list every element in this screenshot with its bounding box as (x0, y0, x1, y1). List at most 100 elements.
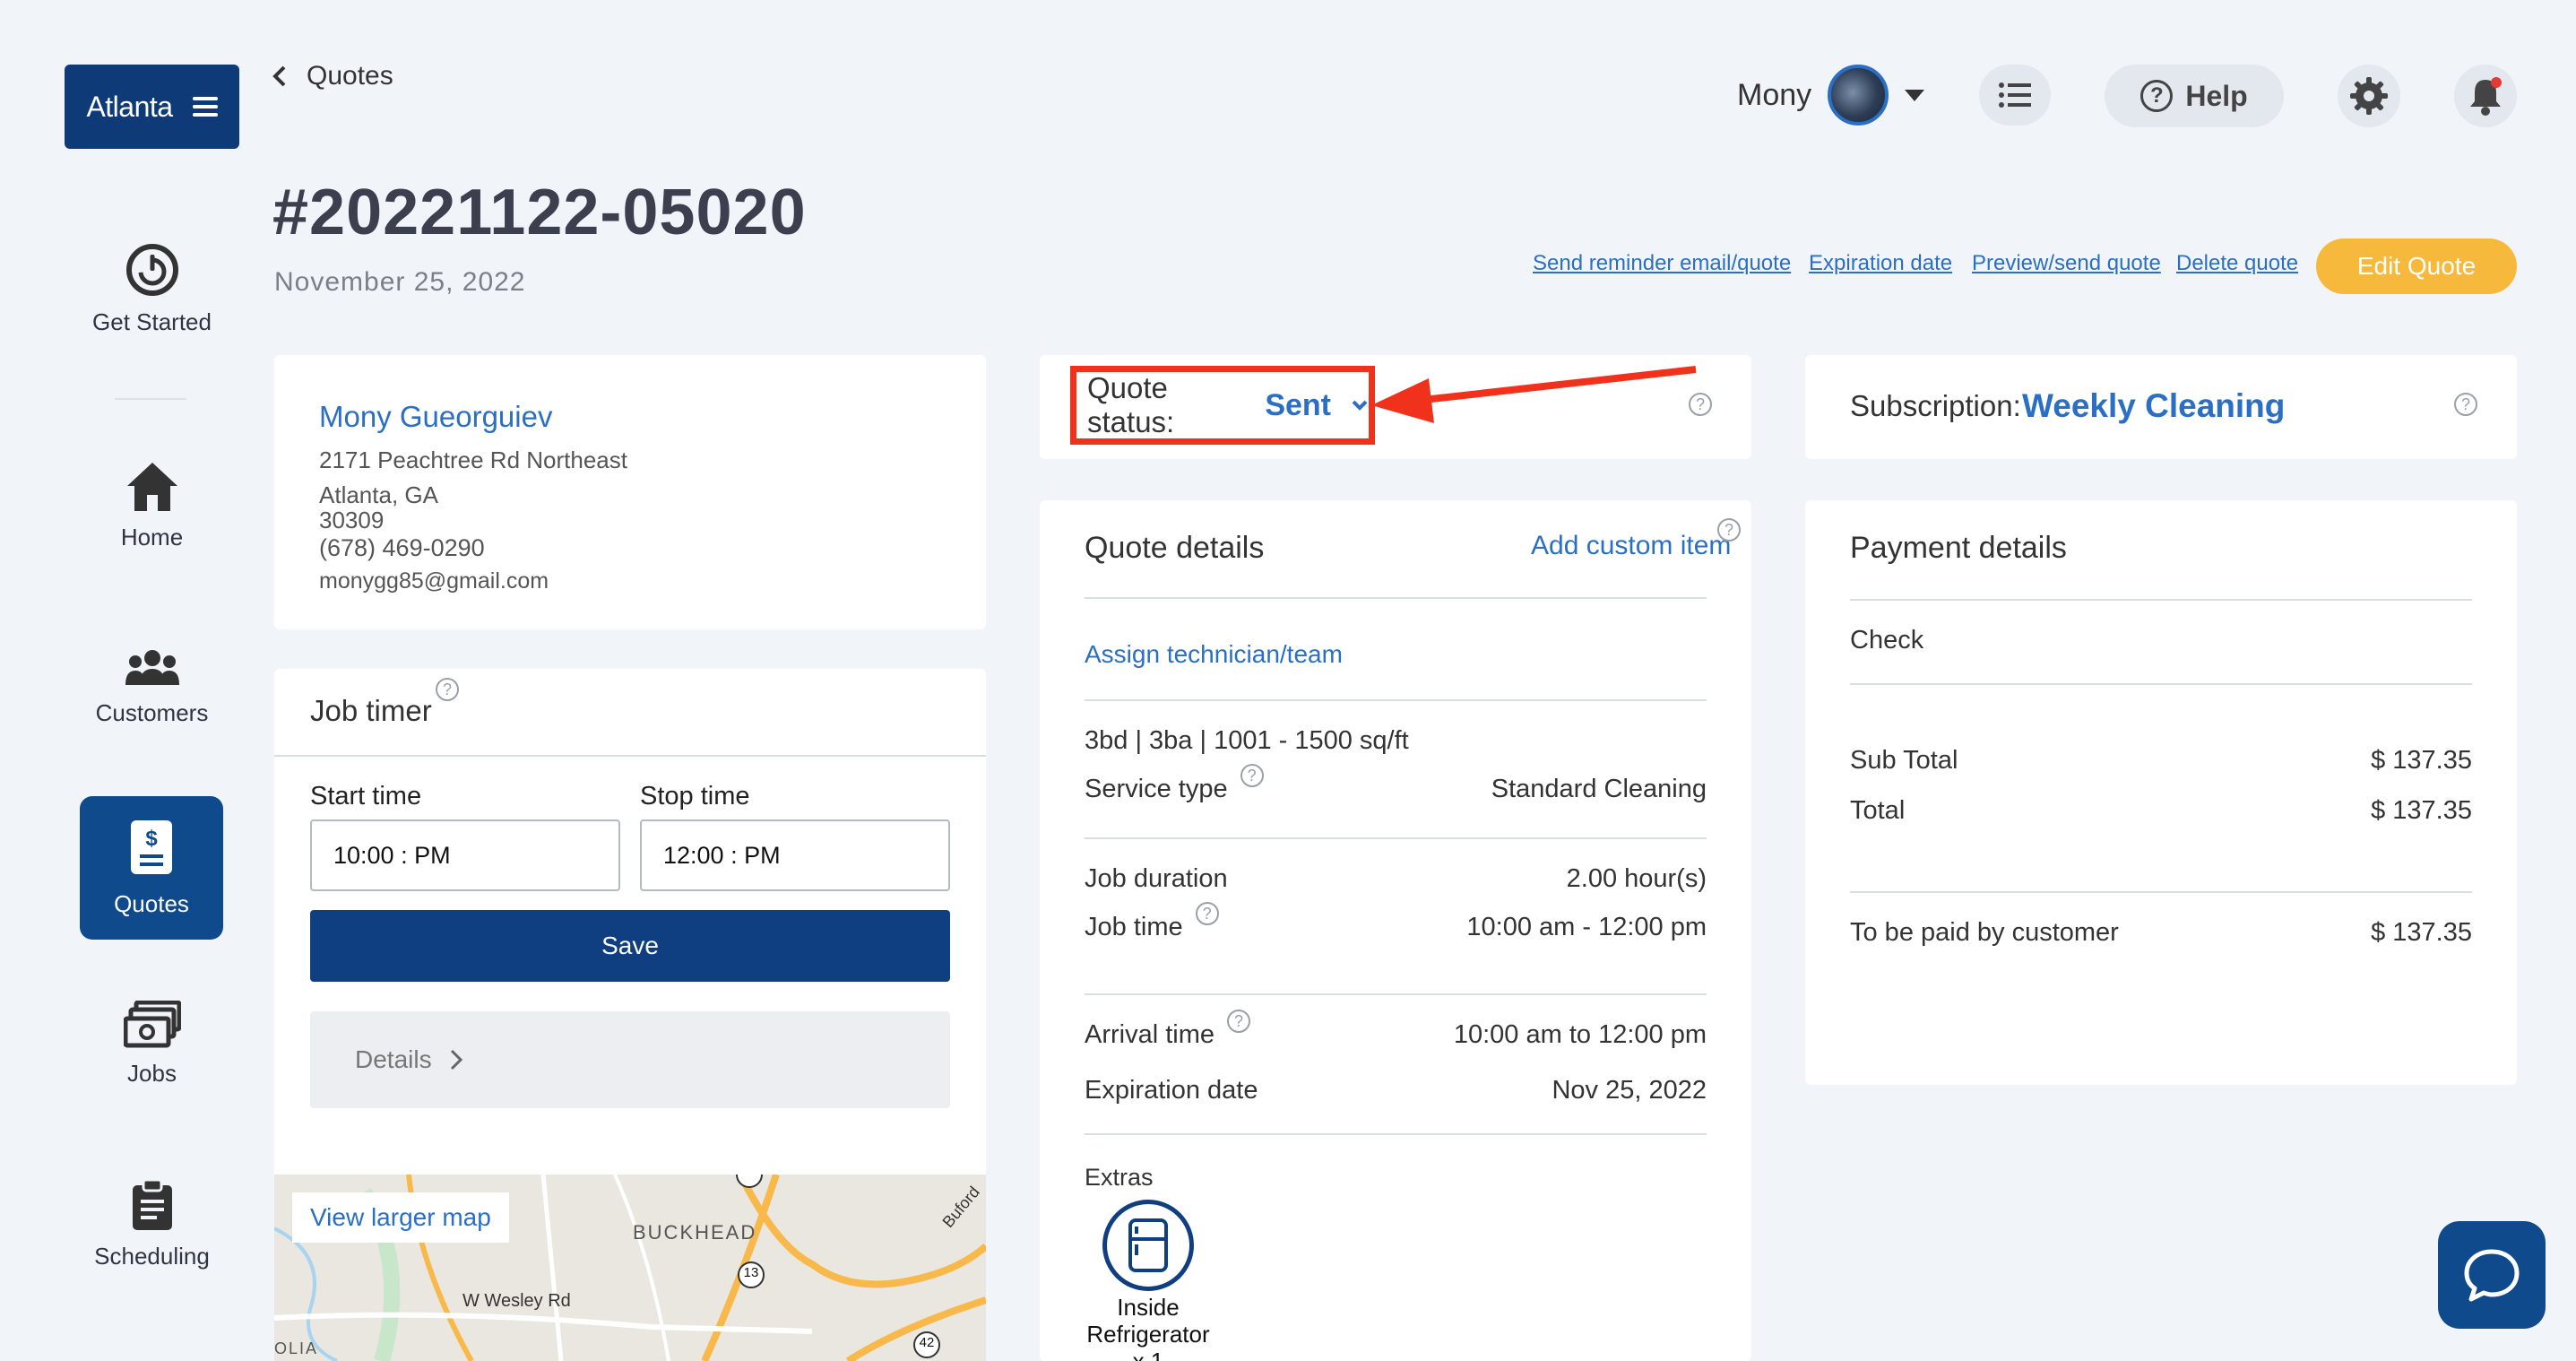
customer-phone: (678) 469-0290 (319, 534, 485, 561)
subtotal-value: $ 137.35 (2371, 746, 2472, 775)
help-icon: ? (2140, 80, 2174, 112)
job-duration-value: 2.00 hour(s) (1566, 864, 1707, 893)
quote-status-dropdown[interactable]: Sent (1265, 388, 1369, 423)
expiration-date-value: Nov 25, 2022 (1552, 1076, 1707, 1105)
route-shield: 42 (919, 1335, 935, 1350)
svg-text:$: $ (145, 827, 158, 851)
expiration-date-label: Expiration date (1085, 1076, 1258, 1105)
divider (1085, 597, 1707, 599)
list-view-button[interactable] (1979, 65, 2051, 126)
location-menu-button[interactable]: Atlanta (65, 65, 239, 149)
map-label-olia: OLIA (274, 1339, 319, 1357)
location-name: Atlanta (86, 90, 173, 123)
divider (1850, 683, 2472, 685)
sidebar-item-label: Home (120, 524, 184, 550)
divider (1085, 699, 1707, 701)
job-timer-title: Job timer (310, 694, 432, 727)
subscription-label: Subscription: (1850, 389, 2021, 422)
save-button[interactable]: Save (310, 910, 950, 982)
customer-name-link[interactable]: Mony Gueorguiev (319, 400, 552, 434)
money-icon (123, 1001, 181, 1048)
start-time-input[interactable]: 10:00 : PM (310, 819, 620, 891)
breadcrumb-label: Quotes (307, 61, 393, 91)
extra-item-qty: x 1 (1076, 1348, 1221, 1361)
divider (274, 755, 986, 757)
hamburger-icon (192, 97, 218, 117)
user-menu[interactable]: Mony (1737, 65, 1925, 126)
help-icon[interactable]: ? (1717, 518, 1741, 542)
customer-card: Mony Gueorguiev 2171 Peachtree Rd Northe… (274, 355, 986, 629)
sidebar-item-customers[interactable]: Customers (65, 647, 239, 727)
arrival-time-label: Arrival time (1085, 1020, 1215, 1049)
start-time-label: Start time (310, 782, 422, 811)
help-icon[interactable]: ? (2454, 393, 2477, 416)
payment-method: Check (1850, 626, 1924, 654)
details-button[interactable]: Details (310, 1011, 950, 1108)
expiration-date-link[interactable]: Expiration date (1809, 251, 1952, 276)
job-time-row: Job time ? 10:00 am - 12:00 pm (1085, 902, 1707, 942)
sidebar-item-label: Quotes (114, 889, 189, 917)
quote-status-highlight: Quote status: Sent (1070, 366, 1375, 445)
chat-widget-button[interactable] (2438, 1221, 2546, 1329)
sidebar-item-jobs[interactable]: Jobs (65, 1001, 239, 1088)
help-icon[interactable]: ? (436, 678, 459, 701)
stop-time-input[interactable]: 12:00 : PM (640, 819, 950, 891)
help-icon[interactable]: ? (1227, 1010, 1251, 1033)
divider (1085, 1133, 1707, 1135)
quote-details-card: Quote details Add custom item ? Assign t… (1040, 500, 1751, 1361)
to-be-paid-label: To be paid by customer (1850, 918, 2119, 947)
page-title: #20221122-05020 (272, 177, 807, 248)
job-time-label: Job time (1085, 913, 1183, 941)
sidebar-item-quotes[interactable]: $ Quotes (80, 796, 223, 940)
arrival-time-row: Arrival time ? 10:00 am to 12:00 pm (1085, 1010, 1707, 1050)
edit-quote-button[interactable]: Edit Quote (2316, 238, 2517, 294)
annotation-arrow (1371, 366, 1697, 423)
divider (1085, 837, 1707, 839)
assign-technician-link[interactable]: Assign technician/team (1085, 640, 1343, 669)
expiration-date-row: Expiration date Nov 25, 2022 (1085, 1076, 1707, 1105)
extra-item-line: Inside (1117, 1294, 1180, 1321)
sidebar-item-label: Jobs (127, 1060, 177, 1087)
sidebar-item-label: Scheduling (94, 1243, 210, 1270)
avatar (1828, 65, 1889, 126)
stop-time-label: Stop time (640, 782, 750, 811)
sidebar-item-scheduling[interactable]: Scheduling (65, 1178, 239, 1270)
help-button[interactable]: ? Help (2105, 65, 2284, 127)
user-name: Mony (1737, 77, 1812, 112)
help-icon[interactable]: ? (1195, 902, 1219, 925)
view-larger-map-link[interactable]: View larger map (292, 1192, 509, 1243)
breadcrumb[interactable]: Quotes (272, 61, 393, 91)
subscription-card: Subscription: Weekly Cleaning ? (1805, 355, 2517, 459)
help-label: Help (2185, 79, 2248, 112)
sidebar-divider (115, 398, 186, 400)
send-reminder-link[interactable]: Send reminder email/quote (1533, 251, 1791, 276)
chevron-right-icon (450, 1049, 462, 1071)
notifications-button[interactable] (2454, 65, 2517, 127)
help-icon[interactable]: ? (1240, 764, 1264, 787)
preview-send-link[interactable]: Preview/send quote (1972, 251, 2161, 276)
list-icon (1999, 82, 2031, 108)
extra-item-label: Inside Refrigerator x 1 (1076, 1294, 1221, 1361)
sidebar-item-home[interactable]: Home (65, 459, 239, 551)
settings-button[interactable] (2338, 65, 2400, 127)
chevron-left-icon (272, 65, 286, 87)
chevron-down-icon (1905, 89, 1925, 101)
divider (1850, 599, 2472, 601)
add-custom-item-link[interactable]: Add custom item (1531, 531, 1731, 561)
sidebar-item-get-started[interactable]: Get Started (65, 242, 239, 336)
subscription-value-link[interactable]: Weekly Cleaning (2022, 387, 2285, 425)
delete-quote-link[interactable]: Delete quote (2176, 251, 2298, 276)
payment-details-card: Payment details Check Sub Total $ 137.35… (1805, 500, 2517, 1085)
quote-status-label: Quote status: (1087, 371, 1175, 438)
home-icon (126, 463, 177, 511)
customer-address: 2171 Peachtree Rd Northeast Atlanta, GA … (319, 447, 627, 533)
divider (1850, 891, 2472, 893)
quote-date: November 25, 2022 (274, 267, 526, 297)
map-label-buckhead: BUCKHEAD (633, 1221, 757, 1244)
quote-status-value: Sent (1265, 387, 1331, 422)
extra-item-badge[interactable] (1102, 1200, 1194, 1291)
payment-details-title: Payment details (1850, 531, 2067, 565)
map-label-street: W Wesley Rd (462, 1291, 571, 1311)
sidebar-item-label: Get Started (92, 308, 212, 335)
address-zip: 30309 (319, 506, 385, 533)
